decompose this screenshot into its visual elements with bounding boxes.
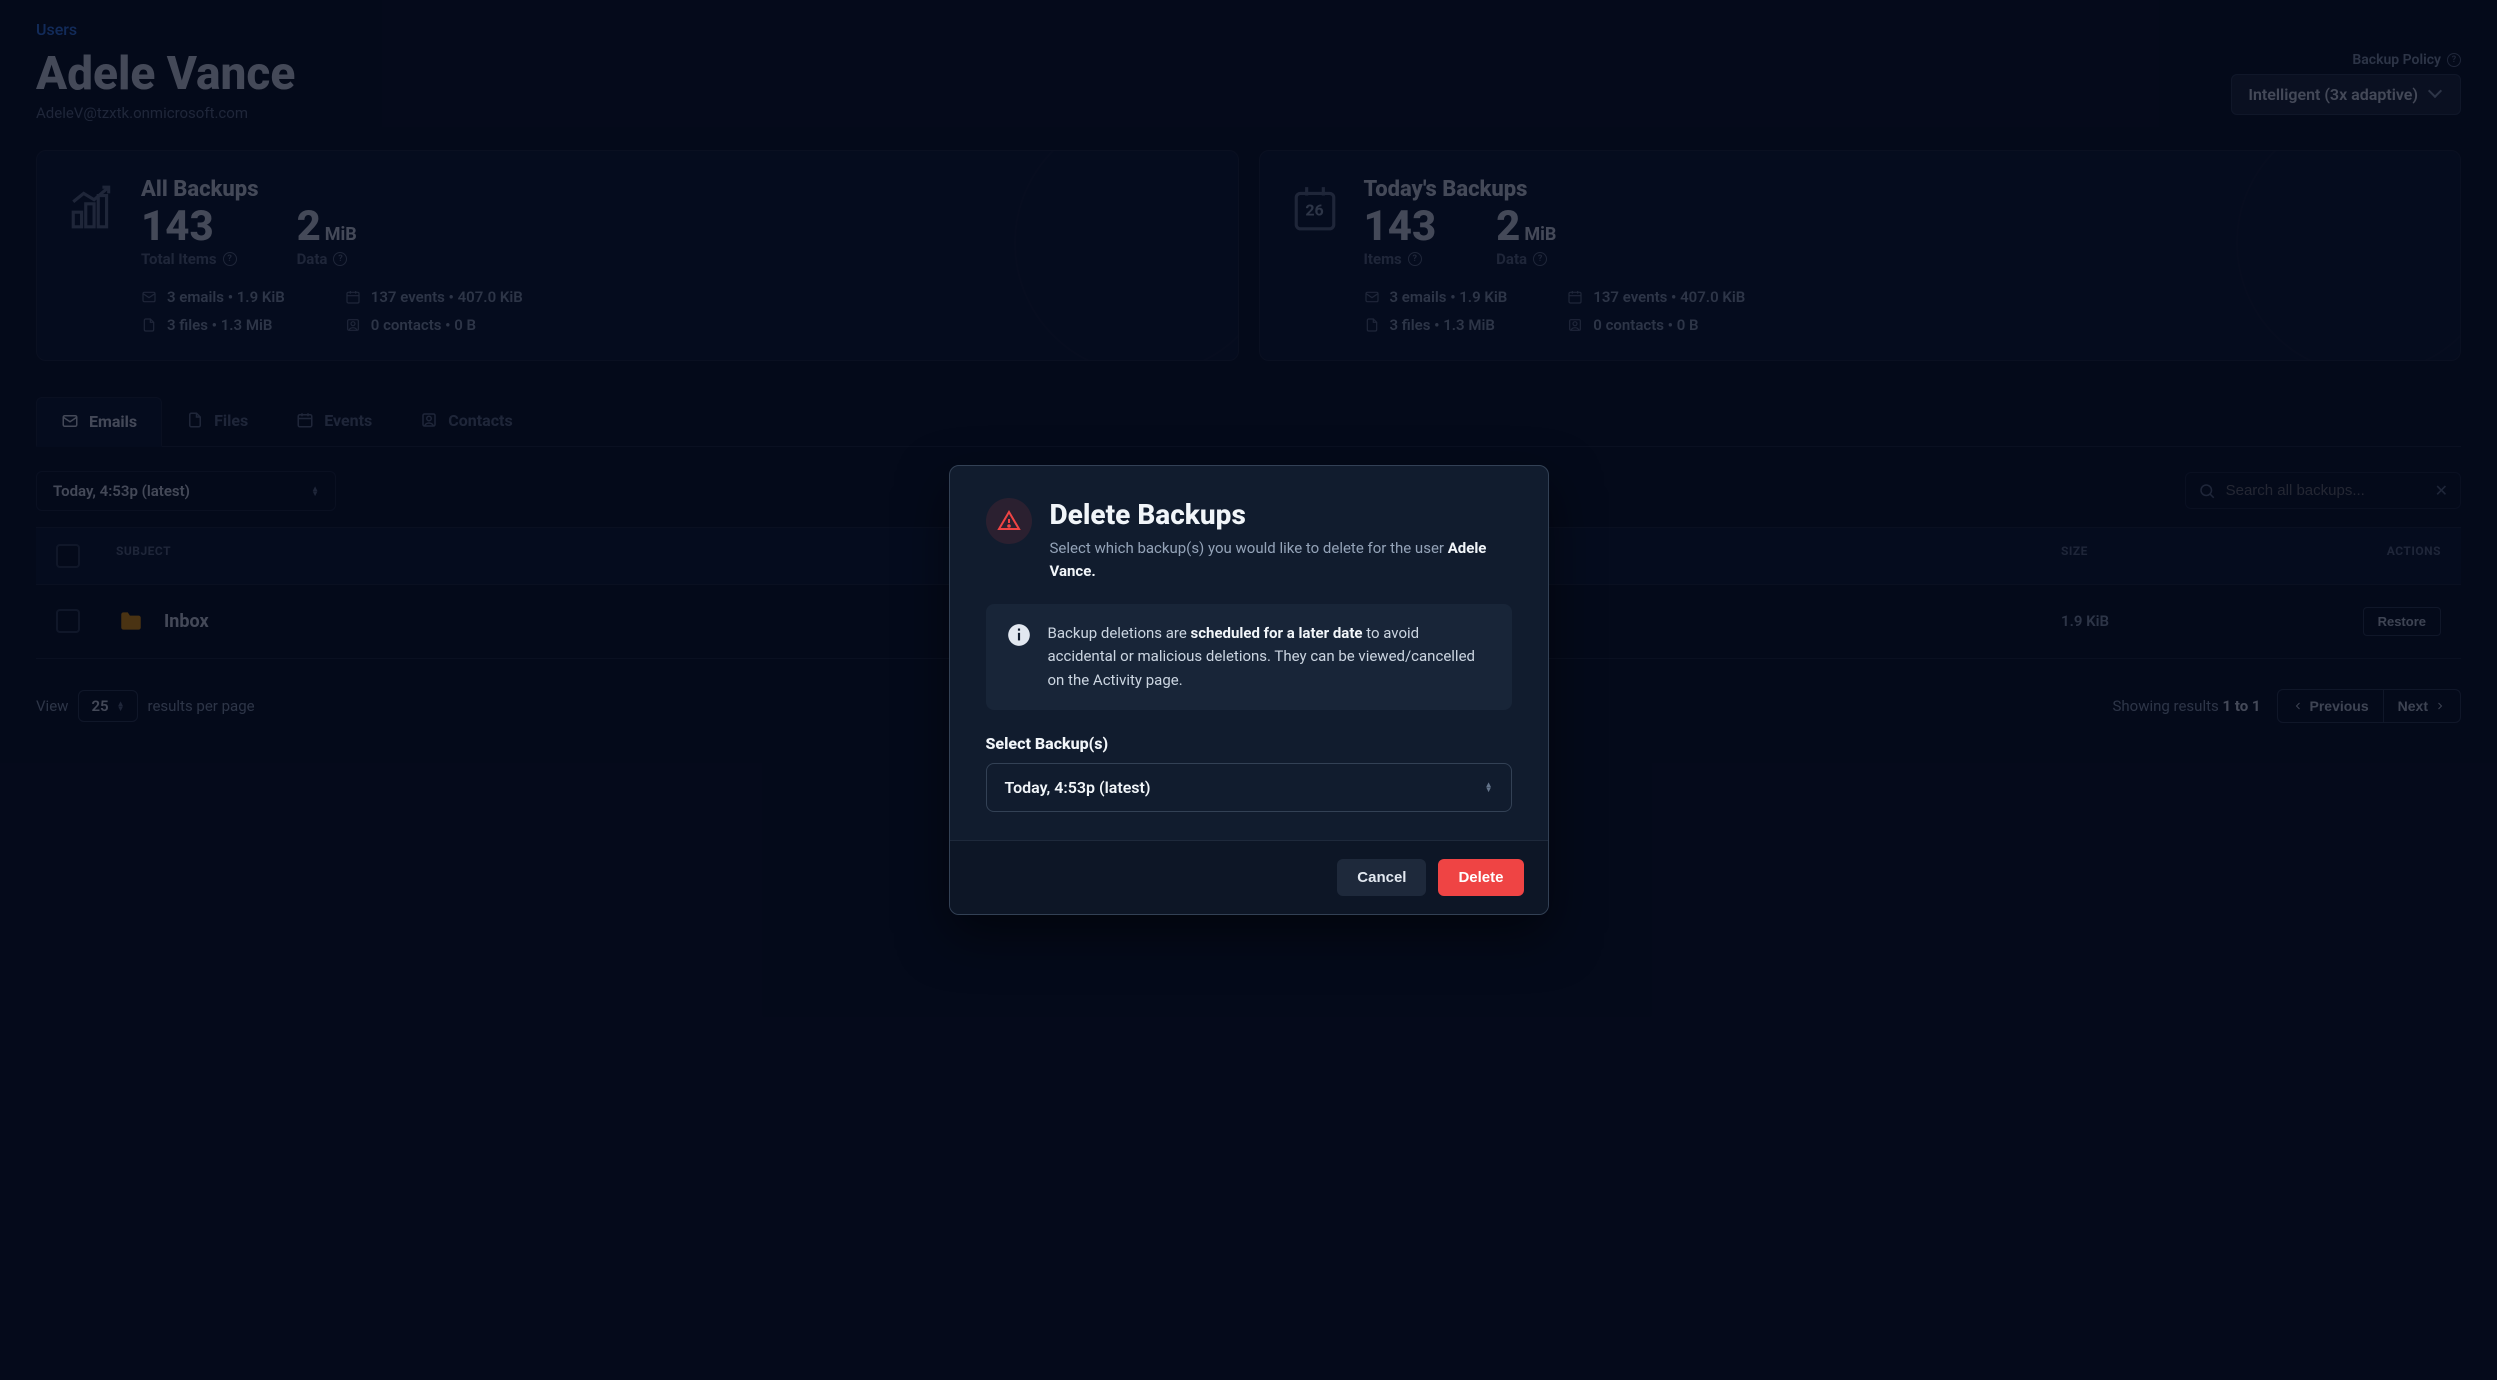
select-backups-label: Select Backup(s) <box>986 734 1512 753</box>
info-box: Backup deletions are scheduled for a lat… <box>986 604 1512 710</box>
info-icon <box>1006 622 1032 648</box>
sort-icon: ▲▼ <box>1485 782 1493 792</box>
delete-button[interactable]: Delete <box>1438 859 1523 896</box>
cancel-button[interactable]: Cancel <box>1337 859 1426 896</box>
modal-overlay[interactable]: Delete Backups Select which backup(s) yo… <box>0 0 2497 1380</box>
modal-subtitle: Select which backup(s) you would like to… <box>1050 537 1512 582</box>
modal-title: Delete Backups <box>1050 498 1512 531</box>
warning-icon <box>986 498 1032 544</box>
delete-backups-modal: Delete Backups Select which backup(s) yo… <box>949 465 1549 915</box>
backup-select[interactable]: Today, 4:53p (latest) ▲▼ <box>986 763 1512 812</box>
